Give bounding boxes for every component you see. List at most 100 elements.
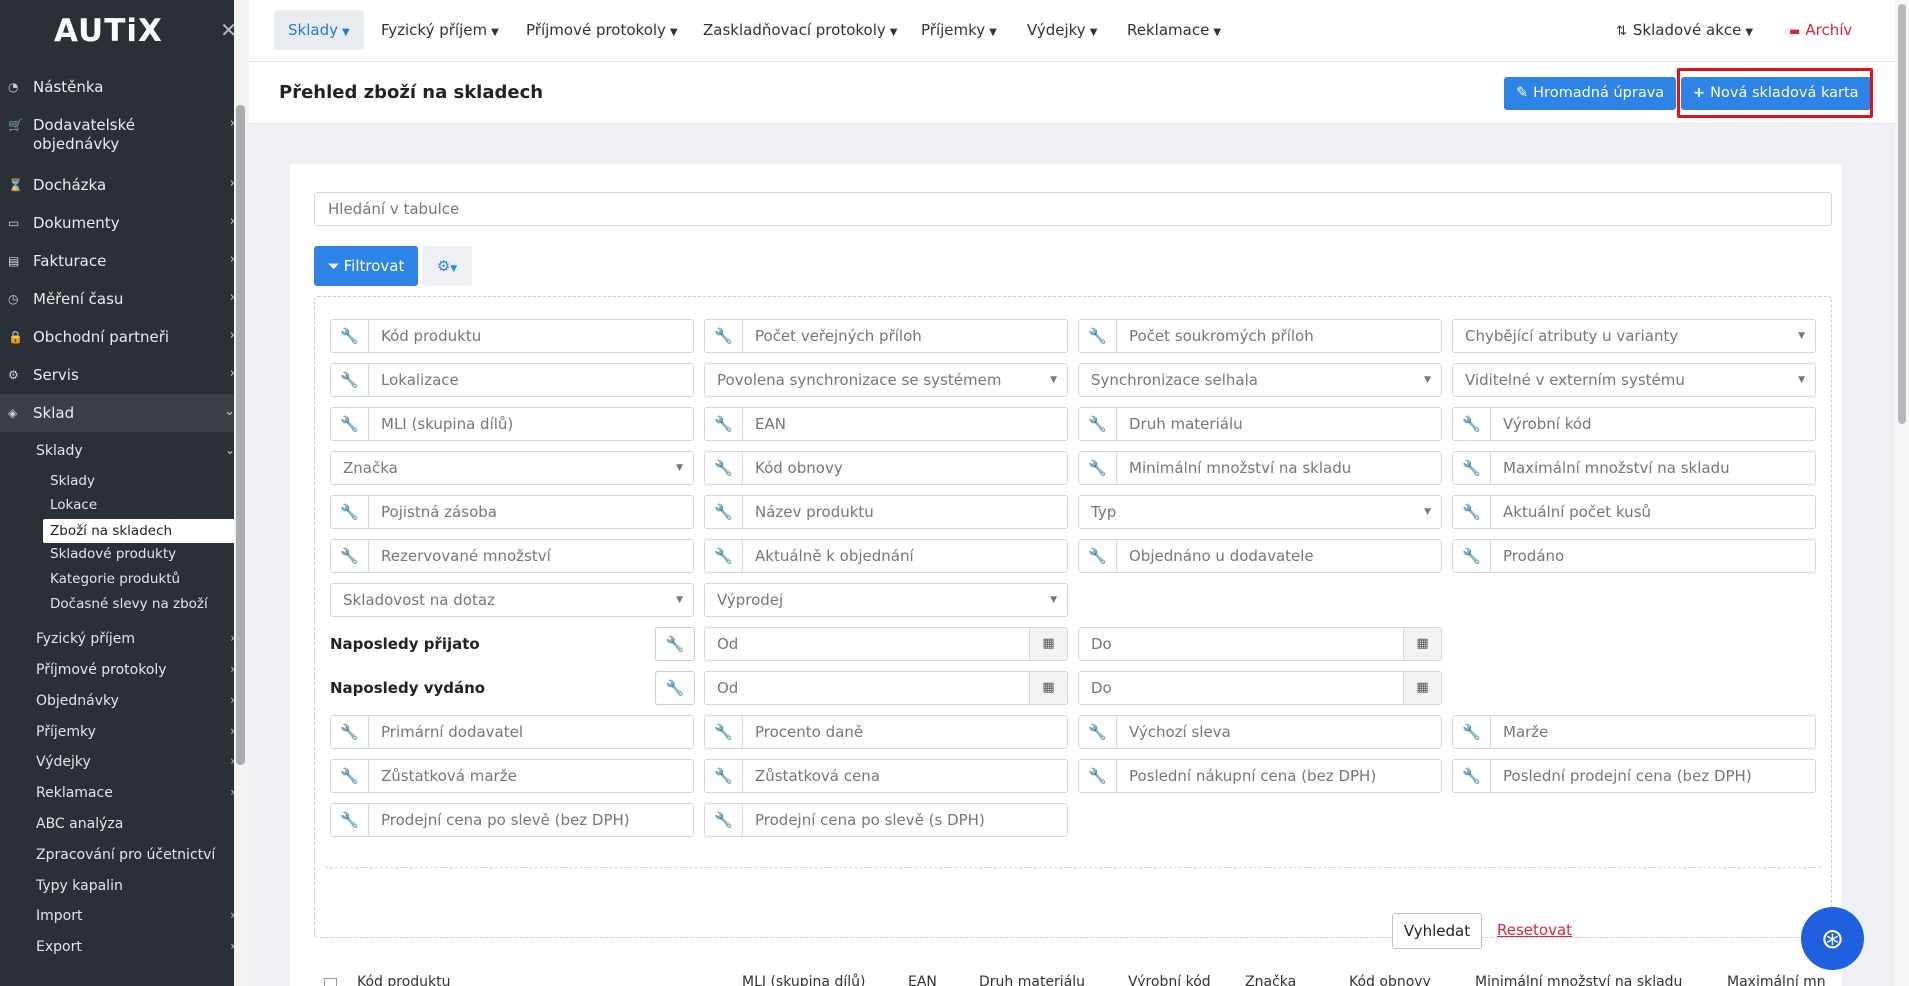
sidebar-sub-abc-analyza[interactable]: ABC analýza <box>0 816 249 832</box>
filter-button[interactable]: ⏷ Filtrovat <box>314 246 418 286</box>
sidebar-item-fakturace[interactable]: ▤ Fakturace › <box>0 242 249 280</box>
wrench-icon[interactable]: 🔧 <box>705 716 743 748</box>
topnav-prijemky[interactable]: Příjemky ▼ <box>907 10 1011 50</box>
page-scrollbar[interactable] <box>1898 4 1906 424</box>
sidebar-subsub-lokace[interactable]: Lokace <box>50 497 97 513</box>
filter-prodano[interactable]: 🔧 Prodáno <box>1452 539 1816 573</box>
wrench-icon[interactable]: 🔧 <box>331 716 369 748</box>
filter-vychozi-sleva[interactable]: 🔧 Výchozí sleva <box>1078 715 1442 749</box>
last-received-to-input[interactable]: Do ▦ <box>1078 627 1442 661</box>
filter-synchronizace-selhala[interactable]: Synchronizace selhala ▼ <box>1078 363 1442 397</box>
filter-mli[interactable]: 🔧 MLI (skupina dílů) <box>330 407 694 441</box>
calendar-icon[interactable]: ▦ <box>1403 672 1441 704</box>
filter-ean[interactable]: 🔧 EAN <box>704 407 1068 441</box>
wrench-icon[interactable]: 🔧 <box>331 320 369 352</box>
column-header[interactable]: Kód obnovy <box>1349 974 1431 986</box>
filter-posledni-prodejni-cena[interactable]: 🔧 Poslední prodejní cena (bez DPH) <box>1452 759 1816 793</box>
sidebar-sub-objednavky[interactable]: Objednávky › <box>0 693 249 709</box>
filter-nazev-produktu[interactable]: 🔧 Název produktu <box>704 495 1068 529</box>
filter-typ[interactable]: Typ ▼ <box>1078 495 1442 529</box>
wrench-icon[interactable]: 🔧 <box>705 496 743 528</box>
wrench-icon[interactable]: 🔧 <box>1453 496 1491 528</box>
last-received-from-input[interactable]: Od ▦ <box>704 627 1068 661</box>
filter-prodejni-cena-bez-dph[interactable]: 🔧 Prodejní cena po slevě (bez DPH) <box>330 803 694 837</box>
filter-rezervovane-mnozstvi[interactable]: 🔧 Rezervované množství <box>330 539 694 573</box>
sidebar-sub-sklady[interactable]: Sklady ⌄ <box>0 443 249 465</box>
filter-vyprodej[interactable]: Výprodej ▼ <box>704 583 1068 617</box>
column-header[interactable]: Maximální mn <box>1727 974 1826 986</box>
column-header[interactable]: MLI (skupina dílů) <box>742 974 865 986</box>
filter-min-mnozstvi[interactable]: 🔧 Minimální množství na skladu <box>1078 451 1442 485</box>
sidebar-subsub-docasne-slevy[interactable]: Dočasné slevy na zboží <box>50 596 208 612</box>
wrench-icon[interactable]: 🔧 <box>331 496 369 528</box>
sidebar-sub-prijemky[interactable]: Příjemky › <box>0 724 249 740</box>
wrench-icon[interactable]: 🔧 <box>1079 452 1117 484</box>
sidebar-sub-fyzicky-prijem[interactable]: Fyzický příjem › <box>0 631 249 647</box>
calendar-icon[interactable]: ▦ <box>1029 628 1067 660</box>
filter-pocet-soukromych-priloh[interactable]: 🔧 Počet soukromých příloh <box>1078 319 1442 353</box>
last-issued-to-input[interactable]: Do ▦ <box>1078 671 1442 705</box>
search-input[interactable]: Hledání v tabulce <box>314 192 1832 226</box>
reset-link[interactable]: Resetovat <box>1497 921 1572 939</box>
filter-skladovost-na-dotaz[interactable]: Skladovost na dotaz ▼ <box>330 583 694 617</box>
wrench-icon[interactable]: 🔧 <box>1079 540 1117 572</box>
topnav-zaskladnovaci-protokoly[interactable]: Zaskladňovací protokoly ▼ <box>689 10 911 50</box>
filter-max-mnozstvi[interactable]: 🔧 Maximální množství na skladu <box>1452 451 1816 485</box>
sidebar-item-sklad[interactable]: ◈ Sklad ⌄ <box>0 394 249 432</box>
filter-chybejici-atributy[interactable]: Chybějící atributy u varianty ▼ <box>1452 319 1816 353</box>
wrench-icon[interactable]: 🔧 <box>655 671 695 705</box>
filter-pojistna-zasoba[interactable]: 🔧 Pojistná zásoba <box>330 495 694 529</box>
topnav-skladove-akce[interactable]: ⇅ Skladové akce ▼ <box>1602 10 1767 50</box>
wrench-icon[interactable]: 🔧 <box>1453 716 1491 748</box>
sidebar-item-nastenka[interactable]: ◔ Nástěnka <box>0 68 249 106</box>
wrench-icon[interactable]: 🔧 <box>331 804 369 836</box>
wrench-icon[interactable]: 🔧 <box>1079 760 1117 792</box>
sidebar-sub-export[interactable]: Export › <box>0 939 249 955</box>
filter-zustatkova-marze[interactable]: 🔧 Zůstatková marže <box>330 759 694 793</box>
bulk-edit-button[interactable]: ✎ Hromadná úprava <box>1504 77 1677 110</box>
wrench-icon[interactable]: 🔧 <box>705 804 743 836</box>
topnav-reklamace[interactable]: Reklamace ▼ <box>1113 10 1235 50</box>
sidebar-item-mereni-casu[interactable]: ◷ Měření času › <box>0 280 249 318</box>
wrench-icon[interactable]: 🔧 <box>1079 408 1117 440</box>
wrench-icon[interactable]: 🔧 <box>655 627 695 661</box>
sidebar-subsub-skladove-produkty[interactable]: Skladové produkty <box>50 546 176 562</box>
help-chat-button[interactable]: ⊛ <box>1801 907 1864 970</box>
column-header[interactable]: Druh materiálu <box>979 974 1085 986</box>
wrench-icon[interactable]: 🔧 <box>1453 540 1491 572</box>
search-button[interactable]: Vyhledat <box>1392 913 1482 949</box>
wrench-icon[interactable]: 🔧 <box>331 364 369 396</box>
sidebar-subsub-zbozi-na-skladech[interactable]: Zboží na skladech <box>43 519 235 543</box>
filter-viditelne-v-externim[interactable]: Viditelné v externím systému ▼ <box>1452 363 1816 397</box>
last-issued-from-input[interactable]: Od ▦ <box>704 671 1068 705</box>
filter-prodejni-cena-s-dph[interactable]: 🔧 Prodejní cena po slevě (s DPH) <box>704 803 1068 837</box>
sidebar-sub-typy-kapalin[interactable]: Typy kapalin <box>0 878 249 894</box>
sidebar-sub-reklamace[interactable]: Reklamace › <box>0 785 249 801</box>
filter-aktualne-k-objednani[interactable]: 🔧 Aktuálně k objednání <box>704 539 1068 573</box>
wrench-icon[interactable]: 🔧 <box>705 760 743 792</box>
sidebar-sub-import[interactable]: Import › <box>0 908 249 924</box>
wrench-icon[interactable]: 🔧 <box>1453 760 1491 792</box>
filter-znacka[interactable]: Značka ▼ <box>330 451 694 485</box>
filter-vyrobni-kod[interactable]: 🔧 Výrobní kód <box>1452 407 1816 441</box>
wrench-icon[interactable]: 🔧 <box>1079 320 1117 352</box>
logo[interactable]: AUTiX ✕ <box>0 0 249 62</box>
filter-primarni-dodavatel[interactable]: 🔧 Primární dodavatel <box>330 715 694 749</box>
wrench-icon[interactable]: 🔧 <box>331 760 369 792</box>
sidebar-item-obchodni-partneri[interactable]: 🔒 Obchodní partneři › <box>0 318 249 356</box>
filter-kod-obnovy[interactable]: 🔧 Kód obnovy <box>704 451 1068 485</box>
filter-objednano-u-dodavatele[interactable]: 🔧 Objednáno u dodavatele <box>1078 539 1442 573</box>
topnav-archiv[interactable]: ▬ Archív <box>1775 10 1866 50</box>
sidebar-subsub-kategorie-produktu[interactable]: Kategorie produktů <box>50 571 180 587</box>
filter-procento-dane[interactable]: 🔧 Procento daně <box>704 715 1068 749</box>
settings-dropdown-button[interactable]: ⚙▼ <box>422 246 472 286</box>
filter-druh-materialu[interactable]: 🔧 Druh materiálu <box>1078 407 1442 441</box>
sidebar-sub-zpracovani-pro-ucetnictvi[interactable]: Zpracování pro účetnictví <box>0 847 249 863</box>
sidebar-item-dokumenty[interactable]: ▭ Dokumenty › <box>0 204 249 242</box>
column-header[interactable]: Kód produktu <box>357 974 451 986</box>
topnav-sklady[interactable]: Sklady ▼ <box>274 10 364 50</box>
topnav-prijmove-protokoly[interactable]: Příjmové protokoly ▼ <box>512 10 692 50</box>
filter-marze[interactable]: 🔧 Marže <box>1452 715 1816 749</box>
calendar-icon[interactable]: ▦ <box>1403 628 1441 660</box>
select-all-checkbox[interactable] <box>324 978 337 986</box>
